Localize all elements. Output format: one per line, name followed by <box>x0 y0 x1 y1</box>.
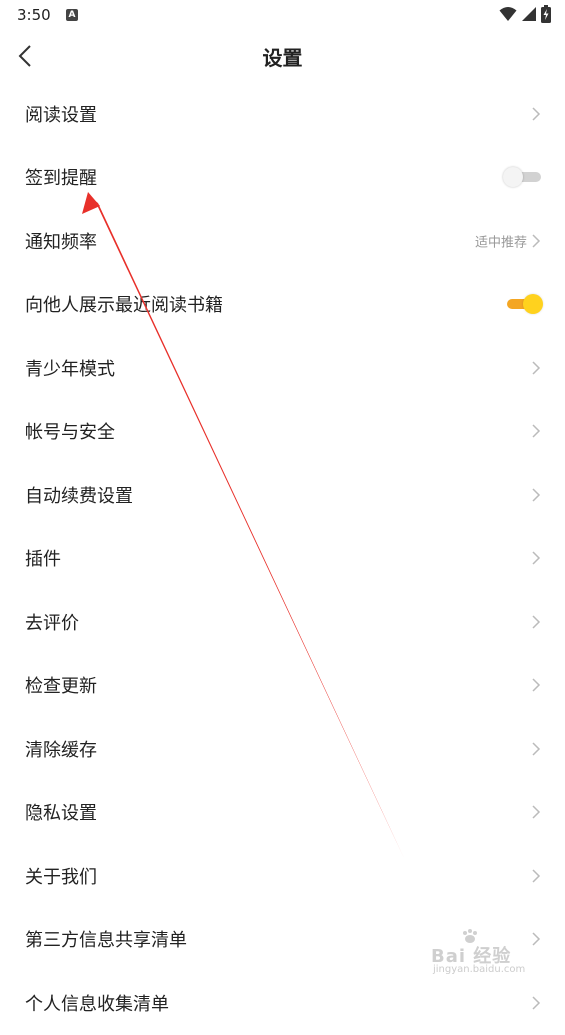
settings-row[interactable]: 自动续费设置 <box>0 463 565 527</box>
settings-row[interactable]: 个人信息收集清单 <box>0 971 565 1035</box>
settings-row[interactable]: 向他人展示最近阅读书籍 <box>0 273 565 337</box>
toggle-switch[interactable] <box>503 293 543 315</box>
settings-row-label: 个人信息收集清单 <box>25 993 169 1015</box>
settings-row[interactable]: 检查更新 <box>0 654 565 718</box>
settings-row[interactable]: 阅读设置 <box>0 82 565 146</box>
settings-row-label: 自动续费设置 <box>25 485 133 507</box>
settings-row-label: 清除缓存 <box>25 739 97 761</box>
settings-row-label: 关于我们 <box>25 866 97 888</box>
settings-row-label: 向他人展示最近阅读书籍 <box>25 295 223 317</box>
settings-row[interactable]: 关于我们 <box>0 844 565 908</box>
chevron-right-icon <box>532 869 541 883</box>
settings-row-label: 检查更新 <box>25 676 97 698</box>
status-indicators <box>499 5 551 23</box>
chevron-right-icon <box>532 488 541 502</box>
chevron-right-icon <box>532 805 541 819</box>
chevron-right-icon <box>532 996 541 1010</box>
chevron-right-icon <box>532 551 541 565</box>
chevron-right-icon <box>532 107 541 121</box>
chevron-right-icon <box>532 742 541 756</box>
settings-row-label: 阅读设置 <box>25 104 97 126</box>
settings-row-value: 适中推荐 <box>474 235 527 251</box>
settings-row[interactable]: 去评价 <box>0 590 565 654</box>
chevron-right-icon <box>532 234 541 248</box>
chevron-right-icon <box>532 932 541 946</box>
watermark-site: jingyan.baidu.com <box>433 964 526 975</box>
toggle-thumb <box>523 294 543 315</box>
chevron-right-icon <box>532 615 541 629</box>
chevron-right-icon <box>532 678 541 692</box>
settings-row-label: 青少年模式 <box>25 358 115 380</box>
settings-row-label: 第三方信息共享清单 <box>25 930 187 952</box>
watermark: Bai 经验 jingyan.baidu.com <box>431 929 531 976</box>
status-bar: 3:50 A <box>0 0 565 30</box>
settings-row-label: 签到提醒 <box>25 168 97 190</box>
settings-row-label: 通知频率 <box>25 231 97 253</box>
settings-row-label: 插件 <box>25 549 61 571</box>
nav-bar: 设置 <box>0 30 565 82</box>
settings-row[interactable]: 通知频率 适中推荐 <box>0 209 565 273</box>
signal-icon <box>522 7 536 21</box>
settings-row[interactable]: 帐号与安全 <box>0 400 565 464</box>
settings-row[interactable]: 隐私设置 <box>0 781 565 845</box>
settings-list: 阅读设置签到提醒通知频率 适中推荐向他人展示最近阅读书籍 青少年模式帐号与安全自动续… <box>0 82 565 1035</box>
notification-a-icon: A <box>66 9 78 21</box>
settings-row-label: 隐私设置 <box>25 803 97 825</box>
settings-row-label: 去评价 <box>25 612 79 634</box>
settings-row[interactable]: 插件 <box>0 527 565 591</box>
status-time: 3:50 <box>17 6 51 24</box>
toggle-thumb <box>503 167 523 188</box>
chevron-right-icon <box>532 424 541 438</box>
settings-row[interactable]: 青少年模式 <box>0 336 565 400</box>
settings-row[interactable]: 清除缓存 <box>0 717 565 781</box>
settings-row-label: 帐号与安全 <box>25 422 115 444</box>
page-title: 设置 <box>262 46 303 70</box>
battery-charging-icon <box>541 5 551 23</box>
toggle-switch[interactable] <box>503 166 543 188</box>
wifi-icon <box>499 7 517 21</box>
settings-row[interactable]: 签到提醒 <box>0 146 565 210</box>
chevron-right-icon <box>532 361 541 375</box>
